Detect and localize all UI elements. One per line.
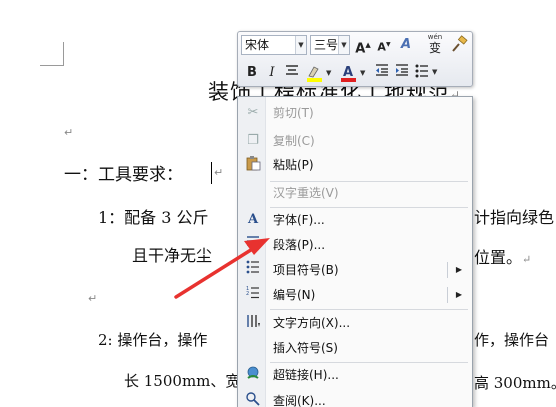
annotation-arrow — [174, 238, 270, 299]
